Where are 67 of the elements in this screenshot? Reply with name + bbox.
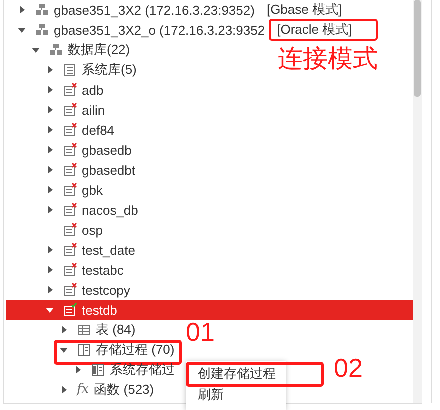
collapse-arrow-icon[interactable] [18, 26, 26, 34]
database-icon [63, 123, 77, 137]
expand-arrow-icon[interactable] [46, 146, 54, 154]
tree-item[interactable]: 数据库(22) [32, 41, 130, 59]
tree-item[interactable]: fx 函数 (523) [60, 381, 154, 399]
database-icon [63, 103, 77, 117]
tree-item[interactable]: test_date [46, 241, 136, 259]
database-icon [63, 63, 77, 77]
expand-arrow-icon[interactable] [46, 246, 54, 254]
server-icon [35, 23, 49, 37]
annotation-label: 02 [334, 355, 363, 381]
tree-item[interactable]: nacos_db [46, 201, 138, 219]
mode-label: [Oracle 模式] [269, 19, 378, 41]
expand-arrow-icon[interactable] [74, 366, 82, 374]
tree-item[interactable]: 表 (84) [60, 321, 136, 339]
server-icon [49, 43, 63, 57]
expand-arrow-icon[interactable] [60, 326, 68, 334]
tree-item[interactable]: 系统库(5) [46, 61, 137, 79]
database-icon [63, 243, 77, 257]
tree-item[interactable]: ailin [46, 101, 106, 119]
expand-arrow-icon[interactable] [46, 266, 54, 274]
scrollbar[interactable] [413, 0, 422, 403]
tree-item[interactable]: adb [46, 81, 104, 99]
database-icon [63, 283, 77, 297]
function-icon: fx [77, 381, 90, 399]
tree-item[interactable]: gbase351_3X2 (172.16.3.23:9352) [Gbase 模式] [18, 1, 368, 19]
database-icon [63, 163, 77, 177]
tree-item[interactable]: gbasedbt [46, 161, 136, 179]
collapse-arrow-icon[interactable] [32, 46, 40, 54]
tree-item[interactable]: testcopy [46, 281, 130, 299]
procedure-icon [77, 343, 91, 357]
database-icon [63, 183, 77, 197]
tree-item[interactable]: gbasedb [46, 141, 132, 159]
expand-arrow-icon[interactable] [46, 166, 54, 174]
table-icon [77, 323, 91, 337]
selected-tree-item[interactable]: testdb [6, 300, 413, 320]
expand-arrow-icon[interactable] [46, 86, 54, 94]
expand-arrow-icon[interactable] [46, 66, 54, 74]
tree-item[interactable]: testabc [46, 261, 124, 279]
annotation-label: 01 [186, 319, 215, 345]
expand-arrow-icon[interactable] [46, 206, 54, 214]
expand-arrow-icon[interactable] [46, 186, 54, 194]
tree-item[interactable]: gbase351_3X2_o (172.16.3.23:9352 [Oracle 模式] [18, 21, 378, 39]
server-icon [35, 3, 49, 17]
database-icon [63, 223, 77, 237]
database-icon [63, 303, 77, 317]
database-icon [63, 203, 77, 217]
tree-item[interactable]: osp [46, 221, 103, 239]
expand-arrow-icon[interactable] [46, 126, 54, 134]
expand-arrow-icon[interactable] [18, 6, 26, 14]
expand-arrow-icon[interactable] [46, 286, 54, 294]
database-icon [63, 263, 77, 277]
menu-item[interactable]: 创建存储过程 [186, 363, 286, 384]
database-icon [63, 83, 77, 97]
tree-item[interactable]: def84 [46, 121, 115, 139]
expand-arrow-icon[interactable] [60, 386, 68, 394]
mode-label: [Gbase 模式] [266, 1, 344, 19]
collapse-arrow-icon[interactable] [60, 346, 68, 354]
collapse-arrow-icon[interactable] [46, 306, 54, 314]
procedure-icon [91, 363, 105, 377]
tree-item[interactable]: gbk [46, 181, 103, 199]
tree-item[interactable]: 存储过程 (70) [60, 341, 175, 359]
database-icon [63, 143, 77, 157]
expand-arrow-icon[interactable] [46, 106, 54, 114]
menu-item[interactable]: 刷新 [186, 384, 286, 405]
annotation-label: 连接模式 [278, 46, 378, 71]
tree-item[interactable]: 系统存储过 [74, 361, 175, 379]
